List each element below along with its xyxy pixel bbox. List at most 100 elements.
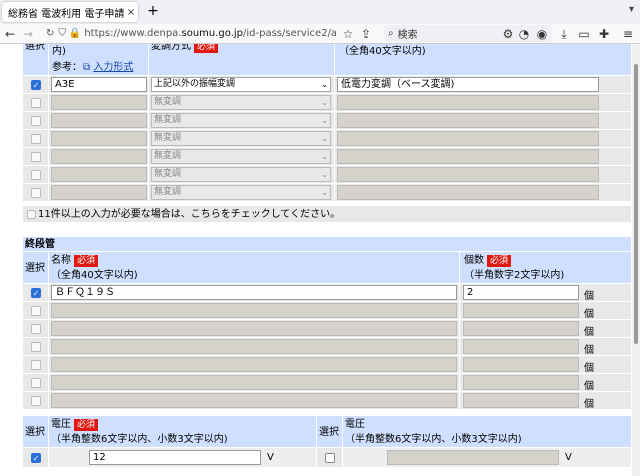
tube-name-input[interactable]: [51, 303, 457, 318]
tube-count-input[interactable]: [463, 393, 579, 408]
reload-icon[interactable]: ↻: [46, 28, 54, 39]
input-format-link[interactable]: ⧉ 入力形式: [83, 61, 133, 74]
tube-count-unit: 個: [584, 399, 594, 410]
tube-name-cell: ＢＦＱ１９Ｓ: [49, 284, 460, 302]
tube-row-select-cell: [23, 356, 49, 374]
tube-count-input[interactable]: [463, 357, 579, 372]
tube-name-input[interactable]: [51, 321, 457, 336]
emission-name-input[interactable]: [51, 149, 147, 164]
row-checkbox[interactable]: [31, 134, 41, 144]
back-arrow-icon[interactable]: ←: [2, 25, 18, 43]
tube-name-input[interactable]: [51, 393, 457, 408]
tab-close-icon[interactable]: ×: [124, 7, 138, 18]
tube-count-input[interactable]: [463, 339, 579, 354]
voltage-checkbox-right[interactable]: [325, 453, 335, 463]
required-badge: 必須: [487, 255, 512, 267]
voltage-row-select-left: ✓: [23, 448, 49, 468]
tube-name-cell: [49, 320, 460, 338]
more-than-11-checkbox[interactable]: [27, 210, 36, 219]
extensions-icon[interactable]: ✚: [596, 25, 612, 43]
modulation-select[interactable]: 無変調 ⌄: [151, 131, 331, 146]
emission-name-input[interactable]: [51, 113, 147, 128]
modulation-note-input[interactable]: 低電力変調（ベース変調): [337, 77, 599, 92]
row-checkbox[interactable]: [31, 116, 41, 126]
row-note-cell: [335, 112, 632, 130]
toolbar-puzzle-icon[interactable]: ⚙: [500, 25, 516, 43]
modulation-select[interactable]: 無変調 ⌄: [151, 149, 331, 164]
modulation-note-input[interactable]: [337, 167, 599, 182]
voltage-unit-right: V: [565, 452, 572, 463]
forward-arrow-icon[interactable]: →: [20, 25, 36, 43]
modulation-select[interactable]: 無変調 ⌄: [151, 113, 331, 128]
bookmark-star-icon[interactable]: ☆: [340, 25, 356, 43]
lock-icon[interactable]: 🔒: [69, 28, 81, 39]
emission-name-input[interactable]: [51, 167, 147, 182]
tube-count-input[interactable]: [463, 303, 579, 318]
emission-name-input[interactable]: [51, 95, 147, 110]
modulation-note-input[interactable]: [337, 113, 599, 128]
modulation-note-input[interactable]: [337, 149, 599, 164]
toolbar-ghost-icon[interactable]: ◔: [516, 25, 532, 43]
menu-icon[interactable]: ≡: [620, 25, 636, 43]
final-stage-tube-title-row: 終段管: [23, 237, 632, 252]
url-bar[interactable]: ↻ ⛉ 🔒 https://www.denpa. soumu.go.jp/id-p…: [46, 25, 336, 42]
modulation-note-input[interactable]: [337, 131, 599, 146]
url-prefix: https://www.denpa.: [84, 28, 182, 39]
tube-row-checkbox[interactable]: [31, 360, 41, 370]
tube-row-checkbox[interactable]: ✓: [31, 288, 41, 298]
tube-row-checkbox[interactable]: [31, 378, 41, 388]
emission-name-input[interactable]: [51, 185, 147, 200]
tube-name-input[interactable]: [51, 339, 457, 354]
tube-count-cell: 個: [460, 320, 632, 338]
scrollbar-thumb[interactable]: [634, 64, 638, 344]
voltage-header-cell-right: 電圧 （半角整数6文字以内、小数3文字以内): [343, 416, 632, 448]
download-icon[interactable]: ⤓: [556, 25, 572, 43]
select-header-cell-3: 選択: [23, 416, 49, 448]
chevron-down-icon: ⌄: [321, 152, 328, 161]
voltage-label-right: 電圧: [345, 419, 365, 430]
row-checkbox[interactable]: [31, 188, 41, 198]
tube-count-unit: 個: [584, 381, 594, 392]
tube-row-checkbox[interactable]: [31, 342, 41, 352]
modulation-note-input[interactable]: [337, 95, 599, 110]
tube-row-checkbox[interactable]: [31, 306, 41, 316]
tube-count-cell: 個: [460, 356, 632, 374]
row-select-cell: [23, 94, 49, 112]
modulation-select[interactable]: 上記以外の振幅変調 ⌄: [151, 77, 331, 92]
tube-count-unit: 個: [584, 345, 594, 356]
modulation-select[interactable]: 無変調 ⌄: [151, 167, 331, 182]
row-checkbox[interactable]: [31, 170, 41, 180]
shield-icon[interactable]: ⛉: [58, 28, 66, 39]
tube-count-input[interactable]: 2: [463, 285, 579, 300]
tube-name-input[interactable]: [51, 357, 457, 372]
row-checkbox[interactable]: [31, 98, 41, 108]
modulation-select[interactable]: 無変調 ⌄: [151, 185, 331, 200]
toolbar-mask-icon[interactable]: ◉: [534, 25, 550, 43]
row-checkbox[interactable]: [31, 152, 41, 162]
row-modulation-cell: 無変調 ⌄: [149, 184, 335, 202]
voltage-input-right[interactable]: [387, 450, 559, 465]
tube-count-input[interactable]: [463, 375, 579, 390]
note-header-label: （全角40文字以内): [339, 46, 426, 57]
emission-name-input[interactable]: [51, 131, 147, 146]
tube-name-input[interactable]: [51, 375, 457, 390]
tube-name-input[interactable]: ＢＦＱ１９Ｓ: [51, 285, 457, 300]
new-tab-button[interactable]: +: [145, 3, 161, 19]
tab-list-chevron-icon[interactable]: ▾: [629, 4, 634, 15]
browser-tab[interactable]: 総務省 電波利用 電子申請・ ×: [2, 2, 138, 22]
tube-row-select-cell: [23, 374, 49, 392]
voltage-checkbox-left[interactable]: ✓: [31, 453, 41, 463]
tube-row-checkbox[interactable]: [31, 396, 41, 406]
row-checkbox[interactable]: ✓: [31, 80, 41, 90]
row-modulation-cell: 無変調 ⌄: [149, 166, 335, 184]
modulation-note-input[interactable]: [337, 185, 599, 200]
voltage-input-left[interactable]: 12: [89, 450, 261, 465]
modulation-select[interactable]: 無変調 ⌄: [151, 95, 331, 110]
emission-name-input[interactable]: A3E: [51, 77, 147, 92]
extension-icon[interactable]: ⇪: [358, 25, 374, 43]
input-format-link-text[interactable]: 入力形式: [93, 62, 133, 73]
folder-icon[interactable]: ▭: [576, 25, 592, 43]
tube-row-checkbox[interactable]: [31, 324, 41, 334]
count-label: 個数 必須: [464, 254, 512, 267]
tube-count-input[interactable]: [463, 321, 579, 336]
